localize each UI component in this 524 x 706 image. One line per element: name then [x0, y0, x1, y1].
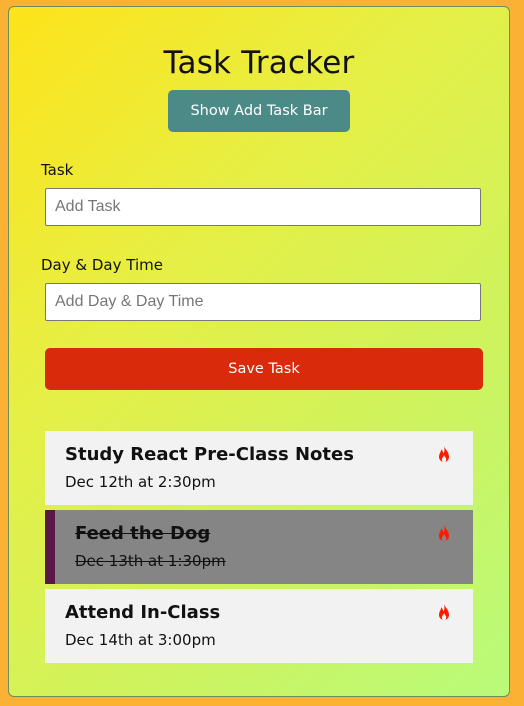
flame-icon[interactable] [435, 445, 453, 465]
day-label: Day & Day Time [41, 256, 163, 274]
day-input[interactable] [45, 283, 481, 321]
task-item[interactable]: Study React Pre-Class Notes Dec 12th at … [45, 431, 473, 505]
task-day: Dec 13th at 1:30pm [75, 552, 226, 570]
task-label: Task [41, 161, 74, 179]
save-task-button[interactable]: Save Task [45, 348, 483, 390]
task-tracker-card: Task Tracker Show Add Task Bar Task Day … [8, 6, 510, 697]
task-input[interactable] [45, 188, 481, 226]
flame-icon[interactable] [435, 524, 453, 544]
task-day: Dec 12th at 2:30pm [65, 473, 216, 491]
show-add-task-button[interactable]: Show Add Task Bar [168, 90, 350, 132]
task-item[interactable]: Attend In-Class Dec 14th at 3:00pm [45, 589, 473, 663]
task-title: Study React Pre-Class Notes [65, 444, 354, 465]
task-item[interactable]: Feed the Dog Dec 13th at 1:30pm [45, 510, 473, 584]
task-title: Feed the Dog [75, 523, 211, 544]
flame-icon[interactable] [435, 603, 453, 623]
task-day: Dec 14th at 3:00pm [65, 631, 216, 649]
page-title: Task Tracker [163, 45, 355, 81]
task-title: Attend In-Class [65, 602, 221, 623]
